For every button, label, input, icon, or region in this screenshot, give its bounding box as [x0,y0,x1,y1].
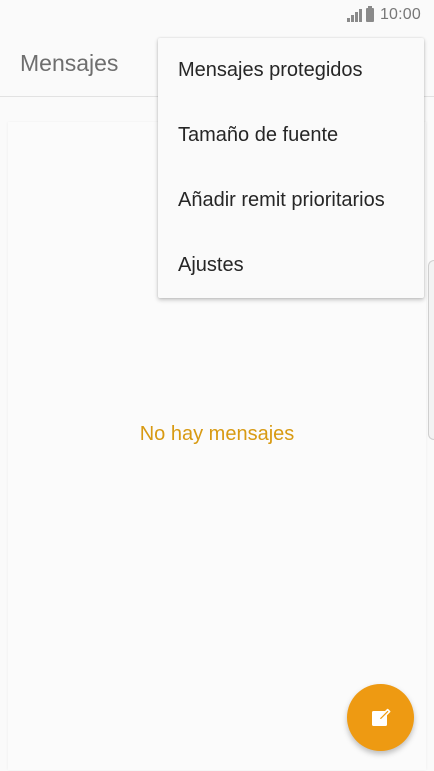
battery-icon [365,6,374,22]
empty-state-message: No hay mensajes [139,423,295,445]
compose-icon [371,708,390,726]
menu-item-settings[interactable]: Ajustes [158,233,424,298]
edge-panel-handle[interactable] [428,260,434,440]
status-bar: 10:00 [0,0,434,30]
menu-item-protected-messages[interactable]: Mensajes protegidos [158,38,424,103]
page-title: Mensajes [20,50,119,76]
signal-icon [346,8,362,22]
overflow-menu: Mensajes protegidos Tamaño de fuente Aña… [158,38,424,298]
messages-screen: 10:00 Mensajes No hay mensajes Mensajes … [0,0,434,771]
menu-item-font-size[interactable]: Tamaño de fuente [158,103,424,168]
status-time: 10:00 [379,6,421,23]
compose-button[interactable] [347,684,414,751]
menu-item-priority-senders[interactable]: Añadir remit prioritarios [158,168,424,233]
